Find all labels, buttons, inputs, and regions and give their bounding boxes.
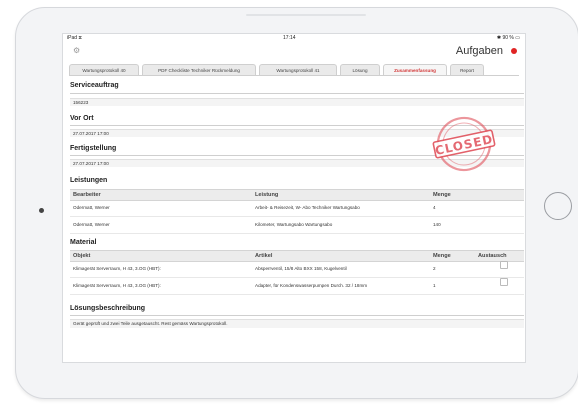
cell-menge: 140 <box>433 222 441 227</box>
austausch-checkbox[interactable] <box>500 278 508 286</box>
device-label: iPad ⧖ <box>67 35 82 41</box>
section-title-fertigstellung: Fertigstellung <box>70 145 117 152</box>
cell-artikel: Absperrventil, 15/8 Alto BXX 158, Kugelv… <box>255 266 347 271</box>
battery-indicator: ✱ 90 % ▭ <box>496 35 520 41</box>
stamp-group: CLOSED <box>432 116 496 172</box>
camera-dot <box>39 208 44 213</box>
cell-menge: 1 <box>433 283 436 288</box>
cell-menge: 2 <box>433 266 436 271</box>
tab-underline <box>69 75 519 76</box>
gear-icon[interactable]: ⚙ <box>73 46 80 55</box>
table-row: Odermatt, Werner Kilometer, Wartungsabo … <box>70 217 524 234</box>
section-title-leistungen: Leistungen <box>70 177 108 184</box>
screen: iPad ⧖ 17:14 ✱ 90 % ▭ ⚙ Aufgaben Wartung… <box>62 33 526 363</box>
closed-stamp: CLOSED <box>432 116 496 172</box>
top-edge <box>246 14 366 16</box>
table-row: Klimagerät Serverraum, H 43, 3.OG (HBT):… <box>70 278 524 295</box>
col-austausch: Austausch <box>478 253 507 259</box>
col-bearbeiter: Bearbeiter <box>73 192 101 198</box>
cell-leistung: Kilometer, Wartungsabo Wartungsabo <box>255 222 333 227</box>
cell-bearbeiter: Odermatt, Werner <box>73 205 110 210</box>
record-icon[interactable] <box>511 48 517 54</box>
cell-objekt: Klimagerät Serverraum, H 43, 3.OG (HBT): <box>73 283 161 288</box>
col-menge: Menge <box>433 192 451 198</box>
section-title-material: Material <box>70 239 97 246</box>
tab-wartungsprotokoll-41[interactable]: Wartungsprotokoll 41 <box>259 64 337 75</box>
tab-report[interactable]: Report <box>450 64 484 75</box>
col-menge: Menge <box>433 253 451 259</box>
clock: 17:14 <box>283 35 296 41</box>
section-title-vor-ort: Vor Ort <box>70 115 94 122</box>
cell-menge: 4 <box>433 205 436 210</box>
serviceauftrag-value: 156223 <box>70 98 524 106</box>
cell-artikel: Adapter, für Kondenswasserpumpen Durch. … <box>255 283 368 288</box>
navbar: ⚙ Aufgaben <box>63 42 525 60</box>
col-artikel: Artikel <box>255 253 273 259</box>
status-bar: iPad ⧖ 17:14 ✱ 90 % ▭ <box>63 34 525 42</box>
tab-wartungsprotokoll-40[interactable]: Wartungsprotokoll 40 <box>69 64 139 75</box>
col-leistung: Leistung <box>255 192 279 198</box>
divider <box>70 93 524 94</box>
cell-bearbeiter: Odermatt, Werner <box>73 222 110 227</box>
tab-bar: Wartungsprotokoll 40 PDF Checkliste Tech… <box>69 64 519 75</box>
table-row: Klimagerät Serverraum, H 43, 3.OG (HBT):… <box>70 261 524 278</box>
tab-zusammenfassung[interactable]: Zusammenfassung <box>383 64 447 75</box>
page-title: Aufgaben <box>455 45 503 57</box>
table-row: Odermatt, Werner Arbeit- & Reisezeit, W-… <box>70 200 524 217</box>
cell-objekt: Klimagerät Serverraum, H 43, 3.OG (HBT): <box>73 266 161 271</box>
section-title-serviceauftrag: Serviceauftrag <box>70 82 119 89</box>
tab-loesung[interactable]: Lösung <box>340 64 380 75</box>
home-button[interactable] <box>544 192 572 220</box>
section-title-loesungsbeschreibung: Lösungsbeschreibung <box>70 305 146 312</box>
cell-leistung: Arbeit- & Reisezeit, W- Abo Techniker Wa… <box>255 205 360 210</box>
tab-pdf-checkliste[interactable]: PDF Checkliste Techniker Rückmeldung <box>142 64 256 75</box>
austausch-checkbox[interactable] <box>500 261 508 269</box>
loesung-value: Gerät geprüft und zwei Teile ausgetausch… <box>70 319 524 328</box>
col-objekt: Objekt <box>73 253 91 259</box>
divider <box>70 315 524 316</box>
